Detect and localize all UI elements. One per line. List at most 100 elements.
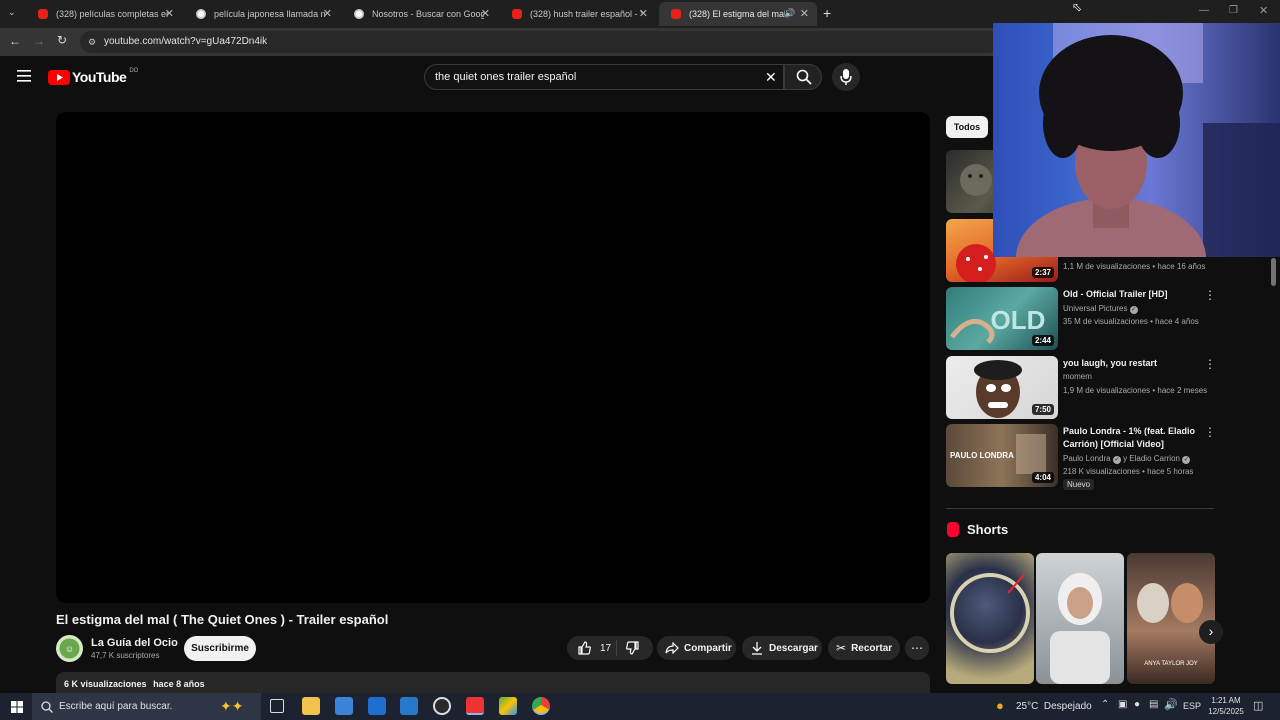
weather-text[interactable]: 25°C Despejado (1016, 701, 1092, 712)
short-thumbnail[interactable]: ANYA TAYLOR JOY (1127, 553, 1215, 684)
taskbar-search-placeholder: Escribe aquí para buscar. (59, 701, 173, 712)
app-icon[interactable] (400, 697, 418, 715)
google-icon (196, 9, 206, 19)
video-duration: 4:04 (1031, 472, 1054, 483)
reload-icon[interactable]: ↻ (57, 33, 67, 47)
mail-icon[interactable] (368, 697, 386, 715)
speaker-icon[interactable]: 🔊 (784, 8, 795, 19)
channel-name[interactable]: momem (1063, 372, 1092, 381)
video-title[interactable]: you laugh, you restart (1063, 357, 1203, 370)
clock[interactable]: 1:21 AM 12/5/2025 (1207, 695, 1245, 717)
recorder-icon[interactable] (466, 697, 484, 715)
forward-arrow-icon[interactable]: → (33, 34, 45, 48)
google-icon (354, 9, 364, 19)
tab-pelicula-japonesa[interactable]: película japonesa llamada noise ✕ (184, 2, 340, 26)
channel-name[interactable]: Paulo Londra ✓ y Eladio Carrion ✓ (1063, 454, 1191, 464)
more-horizontal-icon: ⋯ (911, 641, 923, 655)
tab-search-dropdown-icon[interactable]: ⌄ (8, 7, 16, 18)
video-title[interactable]: Paulo Londra - 1% (feat. Eladio Carrión)… (1063, 425, 1203, 451)
subscribe-button[interactable]: Suscribirme (184, 636, 256, 661)
new-tab-plus-icon[interactable]: + (823, 5, 831, 21)
tab-label: (328) El estigma del mal ( Th (689, 9, 785, 19)
clip-button[interactable]: ✂ Recortar (828, 636, 900, 660)
short-thumbnail[interactable] (1036, 553, 1124, 684)
address-bar[interactable]: ⚙ youtube.com/watch?v=gUa472Dn4ik (80, 31, 1000, 53)
chip-all[interactable]: Todos (946, 116, 988, 138)
taskbar-search[interactable]: Escribe aquí para buscar. ✦✦ (32, 693, 261, 720)
back-arrow-icon[interactable]: ← (9, 34, 21, 48)
channel-name[interactable]: Universal Pictures ✓ (1063, 304, 1138, 314)
clip-label: Recortar (851, 642, 893, 654)
like-dislike-group: 17 (567, 636, 653, 660)
volume-icon[interactable]: 🔊 (1164, 698, 1178, 711)
tab-estigma-del-mal[interactable]: (328) El estigma del mal ( Th 🔊 ✕ (659, 2, 817, 26)
svg-text:ANYA TAYLOR JOY: ANYA TAYLOR JOY (1144, 661, 1198, 667)
close-icon[interactable]: ✕ (323, 7, 332, 20)
share-label: Compartir (684, 642, 732, 654)
video-thumbnail[interactable]: PAULO LONDRA 4:04 (946, 424, 1058, 487)
tab-hush-trailer[interactable]: (328) hush trailer español - You ✕ (500, 2, 656, 26)
tab-nosotros[interactable]: Nosotros - Buscar con Google ✕ (342, 2, 498, 26)
youtube-icon (671, 9, 681, 19)
obs-icon[interactable] (433, 697, 451, 715)
search-query: the quiet ones trailer español (435, 71, 577, 83)
video-thumbnail[interactable]: 7:50 (946, 356, 1058, 419)
youtube-wordmark: YouTube (72, 69, 127, 85)
notifications-icon[interactable]: ◫ (1253, 699, 1263, 712)
tab-peliculas[interactable]: (328) películas completas en es ✕ (26, 2, 182, 26)
more-vertical-icon[interactable]: ⋮ (1204, 357, 1216, 371)
more-actions-button[interactable]: ⋯ (905, 636, 929, 660)
share-button[interactable]: Compartir (657, 636, 736, 660)
short-thumbnail[interactable] (946, 553, 1034, 684)
like-button[interactable]: 17 (567, 640, 617, 656)
windows-start-icon[interactable] (11, 700, 23, 713)
voice-search-button[interactable] (832, 63, 860, 91)
close-window-icon[interactable]: ✕ (1259, 4, 1268, 17)
sidebar-scrollbar[interactable] (1271, 258, 1276, 286)
channel-name[interactable]: La Guía del Ocio (91, 637, 178, 649)
video-thumbnail[interactable]: OLD 2:44 (946, 287, 1058, 350)
more-vertical-icon[interactable]: ⋮ (1204, 288, 1216, 302)
search-input[interactable]: the quiet ones trailer español ✕ (424, 64, 784, 90)
tab-label: película japonesa llamada noise (214, 9, 326, 19)
bluestacks-icon[interactable] (499, 697, 517, 715)
verified-icon: ✓ (1112, 456, 1121, 464)
close-icon[interactable]: ✕ (481, 7, 490, 20)
download-button[interactable]: Descargar (742, 636, 822, 660)
search-icon (41, 701, 53, 713)
dislike-button[interactable] (617, 641, 640, 655)
verified-icon: ✓ (1129, 306, 1138, 314)
subscriber-count: 47,7 K suscriptores (91, 651, 160, 660)
youtube-logo[interactable]: YouTube DO (48, 68, 138, 86)
chrome-icon[interactable] (532, 697, 550, 715)
channel-avatar[interactable]: ☺ (56, 635, 83, 662)
video-player[interactable] (56, 112, 930, 603)
download-label: Descargar (769, 642, 818, 654)
task-view-icon[interactable] (270, 699, 284, 713)
tray-chevron-icon[interactable]: ⌃ (1101, 699, 1109, 710)
video-title: El estigma del mal ( The Quiet Ones ) - … (56, 612, 389, 627)
tray-meet-icon[interactable]: ▣ (1118, 699, 1127, 710)
clear-search-icon[interactable]: ✕ (765, 65, 777, 89)
shorts-next-button[interactable]: › (1199, 620, 1223, 644)
video-duration: 7:50 (1031, 404, 1054, 415)
video-title[interactable]: Old - Official Trailer [HD] (1063, 288, 1203, 301)
file-explorer-icon[interactable] (302, 697, 320, 715)
windows-taskbar: Escribe aquí para buscar. ✦✦ ● 25°C Desp… (0, 693, 1280, 720)
tab-label: Nosotros - Buscar con Google (372, 9, 484, 19)
microphone-tray-icon[interactable]: ● (1134, 699, 1140, 710)
search-button[interactable] (784, 64, 822, 90)
close-icon[interactable]: ✕ (639, 7, 648, 20)
site-info-icon[interactable]: ⚙ (88, 31, 96, 53)
close-icon[interactable]: ✕ (165, 7, 174, 20)
close-icon[interactable]: ✕ (800, 7, 809, 20)
restore-icon[interactable]: ❐ (1229, 5, 1238, 16)
youtube-icon (38, 9, 48, 19)
more-vertical-icon[interactable]: ⋮ (1204, 425, 1216, 439)
network-icon[interactable]: ▤ (1149, 699, 1158, 710)
hamburger-menu-icon[interactable] (17, 69, 31, 82)
language-indicator[interactable]: ESP (1183, 701, 1201, 711)
microsoft-store-icon[interactable] (335, 697, 353, 715)
minimize-icon[interactable]: — (1199, 5, 1209, 16)
sparkle-icon: ✦✦ (220, 698, 244, 714)
